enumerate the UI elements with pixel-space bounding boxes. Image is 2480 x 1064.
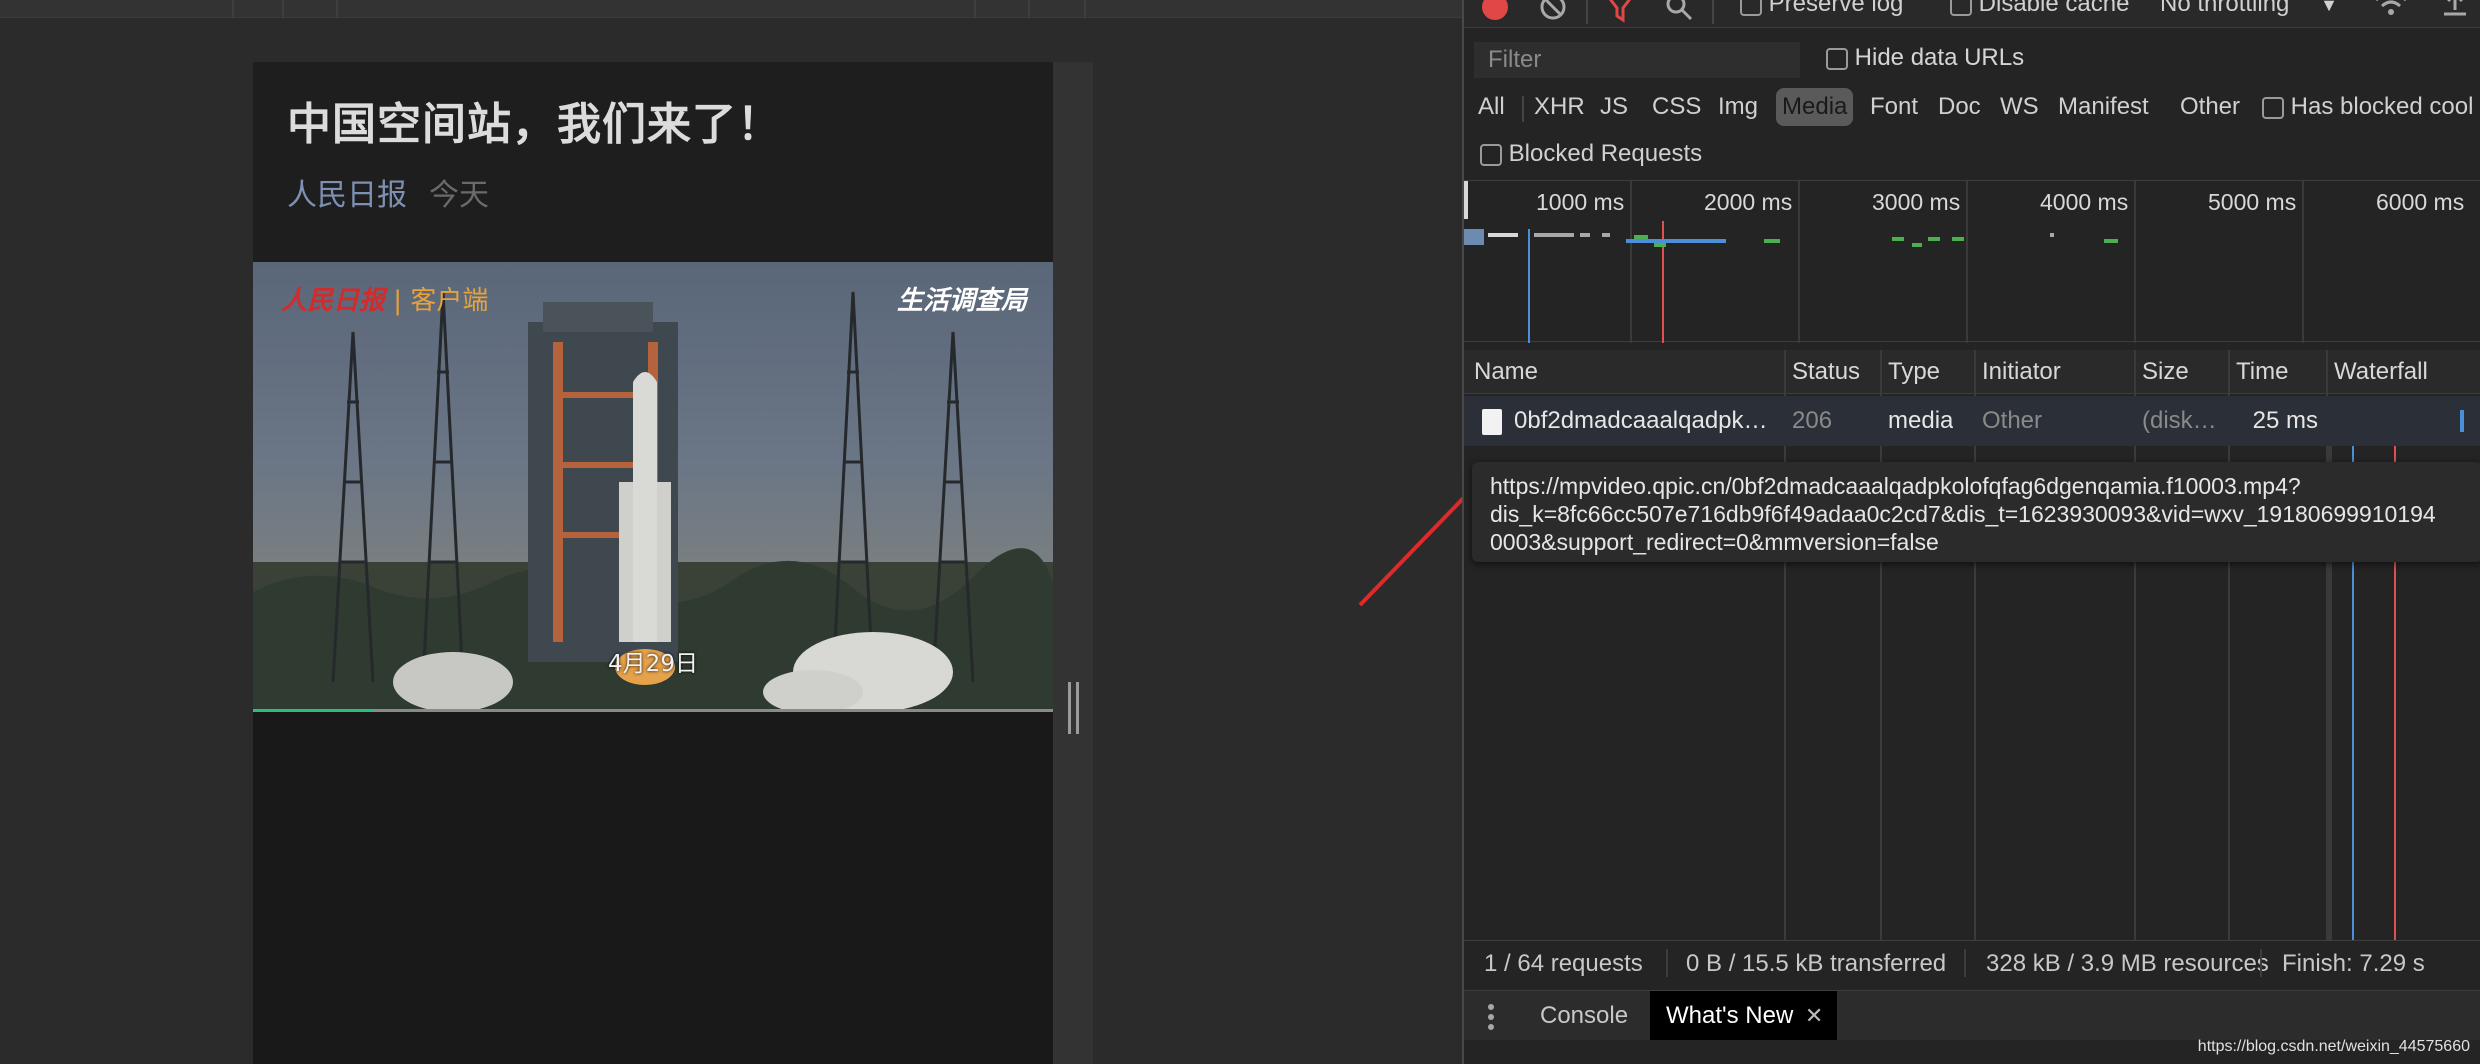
tooltip-line: 0003&support_redirect=0&mmversion=false	[1490, 529, 1939, 555]
toolbar-divider	[232, 0, 234, 18]
overview-tick: 5000 ms	[2208, 189, 2297, 215]
type-filter-doc[interactable]: Doc	[1934, 88, 1985, 126]
overview-tick: 2000 ms	[1704, 189, 1793, 215]
type-filter-other[interactable]: Other	[2176, 88, 2244, 126]
file-icon	[1482, 409, 1502, 435]
video-watermark-right: 生活调查局	[896, 286, 1027, 316]
tab-whats-new-label: What's New	[1666, 1002, 1794, 1029]
blocked-requests-checkbox[interactable]: Blocked Requests	[1480, 140, 1702, 168]
article-header: 中国空间站，我们来了！ 人民日报 今天	[253, 62, 1053, 262]
type-filter-js[interactable]: JS	[1596, 88, 1632, 126]
watermark-label: 客户端	[410, 286, 489, 316]
table-row[interactable]: 0bf2dmadcaaalqadpk… 206 media Other (dis…	[1464, 396, 2480, 446]
video-watermark-left: 人民日报 | 客户端	[281, 286, 489, 316]
toolbar-divider	[282, 0, 284, 18]
filter-row: Hide data URLs	[1464, 40, 2480, 82]
overview-tick: 3000 ms	[1872, 189, 1961, 215]
devtools-network-panel: Preserve log Disable cache No throttling…	[1462, 0, 2480, 1064]
type-filter-media[interactable]: Media	[1776, 88, 1854, 126]
preserve-log-checkbox[interactable]: Preserve log	[1740, 0, 1903, 18]
article-date: 今天	[429, 178, 489, 213]
hide-data-urls-checkbox[interactable]: Hide data URLs	[1826, 44, 2024, 72]
column-header-time[interactable]: Time	[2236, 358, 2288, 386]
video-player[interactable]: 人民日报 | 客户端 生活调查局 4月29日	[253, 262, 1053, 712]
overview-range-handle[interactable]	[1464, 181, 1468, 219]
column-header-size[interactable]: Size	[2142, 358, 2189, 386]
disable-cache-checkbox[interactable]: Disable cache	[1950, 0, 2129, 18]
request-time: 25 ms	[2252, 407, 2318, 434]
column-header-waterfall[interactable]: Waterfall	[2334, 358, 2428, 386]
request-size: (disk…	[2142, 407, 2217, 434]
video-caption: 4月29日	[608, 651, 698, 677]
phone-frame: 中国空间站，我们来了！ 人民日报 今天 人民日报 | 客户端 生活调查局 4月2…	[253, 62, 1093, 1064]
waterfall-bar	[2460, 410, 2464, 432]
watermark-url: https://blog.csdn.net/weixin_44575660	[2197, 1038, 2470, 1055]
timeline-overview[interactable]: 1000 ms 2000 ms 3000 ms 4000 ms 5000 ms …	[1464, 180, 2480, 343]
request-url-tooltip: https://mpvideo.qpic.cn/0bf2dmadcaaalqad…	[1472, 462, 2480, 562]
network-toolbar: Preserve log Disable cache No throttling…	[1464, 0, 2480, 28]
request-initiator: Other	[1982, 407, 2043, 434]
article-title: 中国空间站，我们来了！	[287, 99, 782, 150]
overview-tick: 1000 ms	[1536, 189, 1625, 215]
drawer-tabbar: Console What's New ✕	[1464, 990, 2480, 1041]
network-status-bar: 1 / 64 requests 0 B / 15.5 kB transferre…	[1464, 940, 2480, 984]
close-icon[interactable]: ✕	[1805, 991, 1823, 1041]
column-header-status[interactable]: Status	[1792, 358, 1860, 386]
chevron-down-icon: ▼	[2320, 0, 2338, 15]
transferred-size: 0 B / 15.5 kB transferred	[1686, 950, 1947, 977]
type-filter-font[interactable]: Font	[1866, 88, 1922, 126]
request-type: media	[1888, 407, 1954, 434]
dom-content-loaded-marker	[1528, 229, 1530, 343]
type-filter-css[interactable]: CSS	[1648, 88, 1705, 126]
column-header-name[interactable]: Name	[1474, 358, 1538, 386]
phone-screen: 中国空间站，我们来了！ 人民日报 今天 人民日报 | 客户端 生活调查局 4月2…	[253, 62, 1053, 1064]
type-filter-manifest[interactable]: Manifest	[2054, 88, 2153, 126]
column-header-type[interactable]: Type	[1888, 358, 1940, 386]
more-tabs-icon[interactable]	[1486, 1003, 1496, 1038]
clear-icon[interactable]	[1538, 0, 1568, 29]
type-filter-ws[interactable]: WS	[1996, 88, 2043, 126]
video-progress-fill	[253, 709, 373, 712]
overview-tick: 6000 ms	[2376, 189, 2465, 215]
record-icon[interactable]	[1480, 0, 1510, 29]
overview-selection	[1464, 229, 1484, 245]
device-toolbar	[0, 0, 1462, 18]
video-progress-bar[interactable]	[253, 709, 1053, 712]
finish-time: Finish: 7.29 s	[2282, 950, 2425, 977]
toolbar-divider	[974, 0, 976, 18]
requests-count: 1 / 64 requests	[1484, 950, 1643, 977]
tab-whats-new[interactable]: What's New ✕	[1650, 991, 1838, 1041]
column-header-initiator[interactable]: Initiator	[1982, 358, 2061, 386]
type-filter-xhr[interactable]: XHR	[1530, 88, 1589, 126]
tooltip-line: dis_k=8fc66cc507e716db9f6f49adaa0c2cd7&d…	[1490, 501, 2436, 527]
filter-input[interactable]	[1474, 42, 1800, 78]
network-conditions-icon[interactable]	[2374, 0, 2408, 27]
has-blocked-cookies-checkbox[interactable]: Has blocked cool	[2258, 88, 2477, 126]
tooltip-line: https://mpvideo.qpic.cn/0bf2dmadcaaalqad…	[1490, 473, 2301, 499]
tab-console[interactable]: Console	[1524, 991, 1644, 1041]
article-source-link[interactable]: 人民日报	[287, 170, 407, 214]
import-har-icon[interactable]	[2440, 0, 2470, 27]
toolbar-divider	[1084, 0, 1086, 18]
watermark-brand: 人民日报	[281, 286, 386, 316]
device-viewport: 中国空间站，我们来了！ 人民日报 今天 人民日报 | 客户端 生活调查局 4月2…	[0, 0, 1462, 1064]
toolbar-divider	[336, 0, 338, 18]
overview-tick: 4000 ms	[2040, 189, 2129, 215]
resource-type-filters: All XHR JS CSS Img Media Font Doc WS Man…	[1464, 88, 2480, 128]
search-icon[interactable]	[1664, 0, 1694, 29]
request-status: 206	[1792, 407, 1833, 434]
throttling-select[interactable]: No throttling ▼	[2160, 0, 2338, 18]
type-filter-img[interactable]: Img	[1714, 88, 1762, 126]
viewport-resize-handle[interactable]	[1068, 682, 1080, 734]
request-name[interactable]: 0bf2dmadcaaalqadpk…	[1514, 407, 1780, 435]
filter-funnel-icon[interactable]	[1604, 0, 1636, 31]
type-filter-all[interactable]: All	[1474, 88, 1509, 126]
toolbar-divider	[1028, 0, 1030, 18]
resources-size: 328 kB / 3.9 MB resources	[1986, 950, 2269, 977]
